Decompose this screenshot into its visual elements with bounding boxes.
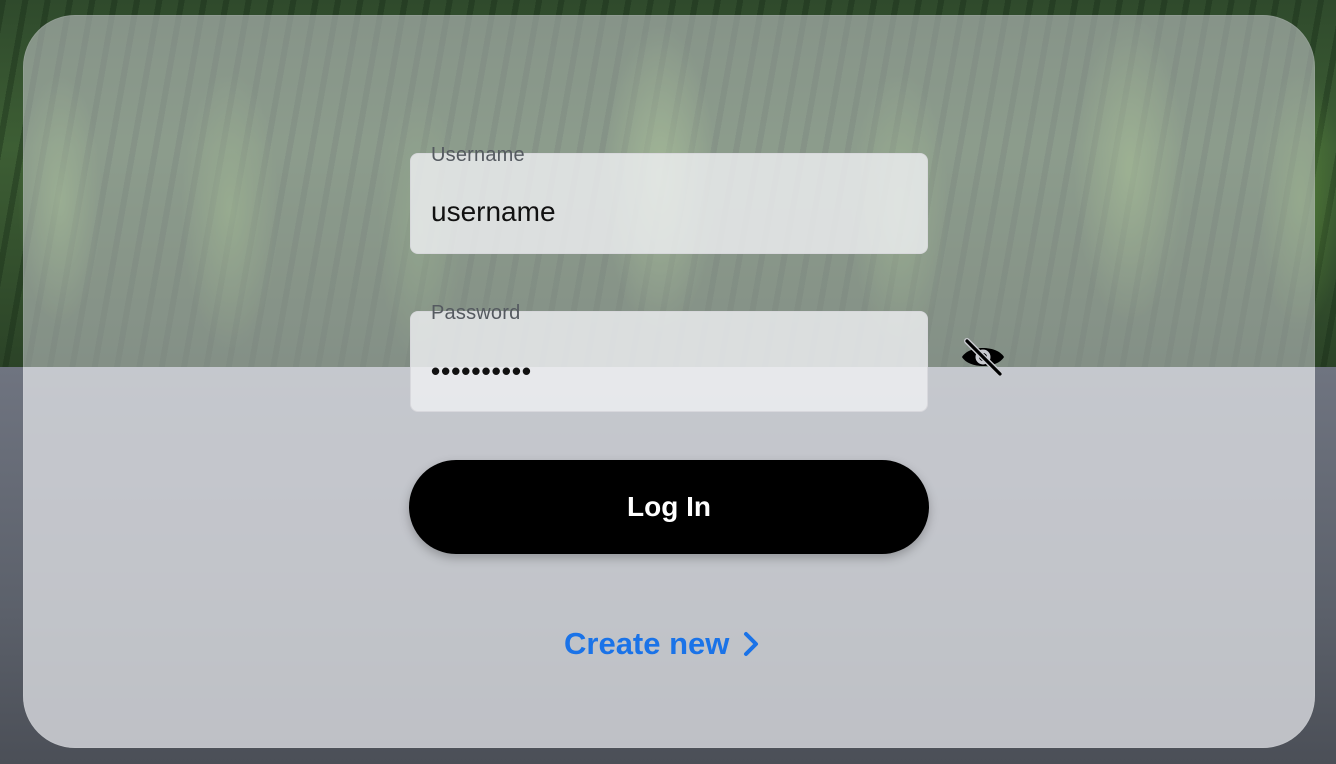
login-card-lower-tint [23, 367, 1315, 748]
password-field[interactable]: Password •••••••••• [410, 302, 928, 412]
eye-off-icon[interactable] [959, 338, 1007, 377]
password-label: Password [431, 302, 521, 324]
create-new-label: Create new [564, 626, 730, 661]
username-input[interactable]: username [431, 196, 556, 228]
chevron-right-icon [744, 632, 759, 656]
username-field[interactable]: Username username [410, 144, 928, 254]
login-screen: Username username Password •••••••••• Lo… [0, 0, 1336, 764]
username-label: Username [431, 144, 525, 166]
password-input[interactable]: •••••••••• [431, 356, 532, 387]
create-new-link[interactable]: Create new [564, 624, 761, 664]
login-button[interactable]: Log In [409, 460, 929, 554]
